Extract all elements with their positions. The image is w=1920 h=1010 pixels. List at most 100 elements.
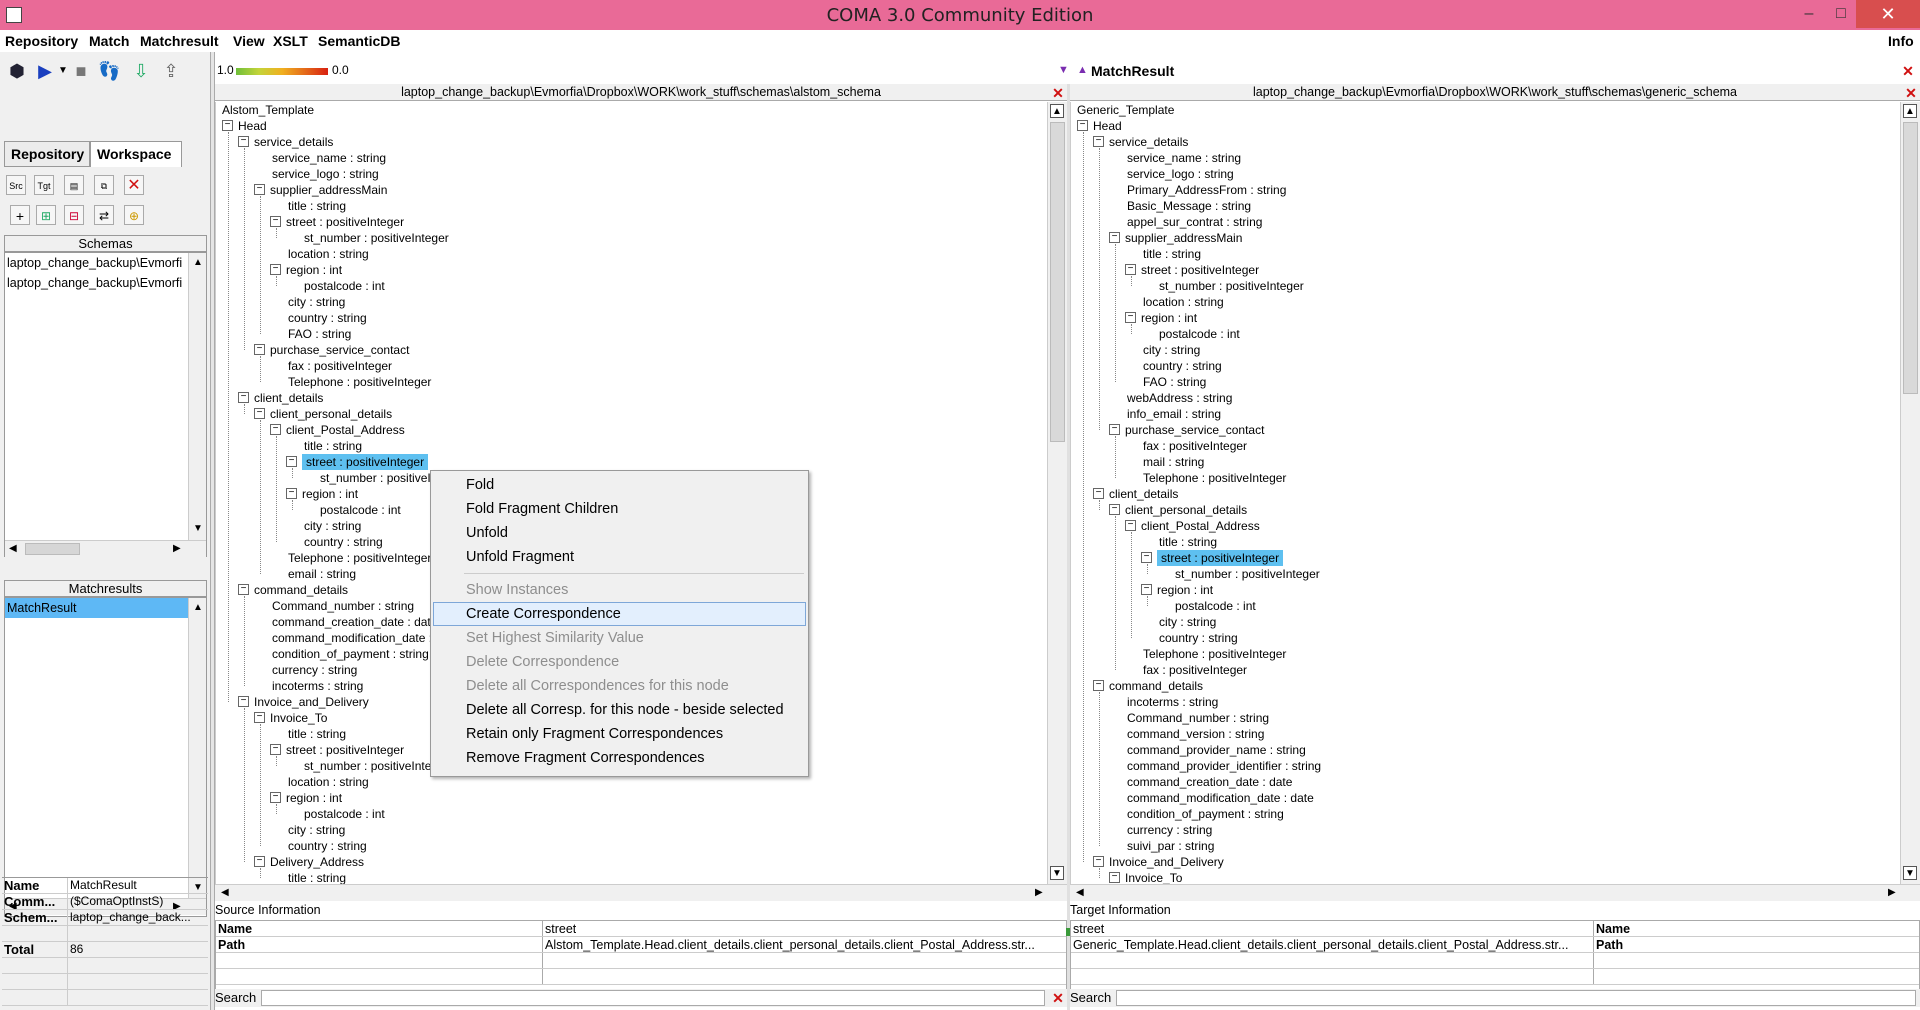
collapse-toggle-icon[interactable]: − [254, 408, 265, 419]
collapse-toggle-icon[interactable]: − [1141, 552, 1152, 563]
context-menu-item-fold-fragment-children[interactable]: Fold Fragment Children [433, 497, 806, 521]
tree-node[interactable]: info_email : string [1127, 406, 1221, 422]
matchresults-vscroll[interactable]: ▲ ▼ [188, 598, 206, 898]
collapse-toggle-icon[interactable]: − [254, 344, 265, 355]
collapse-toggle-icon[interactable]: − [270, 264, 281, 275]
tree-node[interactable]: region : int [286, 790, 342, 806]
scroll-left-icon[interactable]: ◀ [9, 543, 17, 554]
match-schemas-icon[interactable]: ⬢ [6, 60, 28, 82]
tab-workspace[interactable]: Workspace [90, 141, 182, 167]
tree-node[interactable]: command_modification_date : date [1127, 790, 1314, 806]
tree-node[interactable]: service_logo : string [1127, 166, 1234, 182]
tree-node[interactable]: purchase_service_contact [270, 342, 409, 358]
tree-node[interactable]: suivi_par : string [1127, 838, 1214, 854]
list-item[interactable]: laptop_change_backup\Evmorfi [5, 253, 188, 273]
collapse-toggle-icon[interactable]: − [238, 136, 249, 147]
tree-node[interactable]: street : positiveInteger [302, 454, 429, 470]
clear-search-icon[interactable]: ✕ [1051, 991, 1065, 1005]
context-menu-item-fold[interactable]: Fold [433, 473, 806, 497]
schemas-vscroll[interactable]: ▲ ▼ [188, 253, 206, 540]
tree-node[interactable]: email : string [288, 566, 356, 582]
tree-node[interactable]: city : string [304, 518, 361, 534]
tree-node[interactable]: service_details [254, 134, 333, 150]
menu-xslt[interactable]: XSLT [273, 33, 308, 49]
tree-node[interactable]: city : string [1143, 342, 1200, 358]
filter-down-icon[interactable]: ▼ [1058, 64, 1069, 76]
scroll-down-icon[interactable]: ▼ [1903, 866, 1917, 880]
scroll-up-icon[interactable]: ▲ [193, 257, 203, 268]
tree-node[interactable]: title : string [288, 198, 346, 214]
tree-node[interactable]: fax : positiveInteger [1143, 662, 1247, 678]
tree-node[interactable]: postalcode : int [304, 806, 385, 822]
context-menu-item-retain-only-fragment-correspondences[interactable]: Retain only Fragment Correspondences [433, 722, 806, 746]
target-schema-icon[interactable]: Tgt [34, 175, 54, 195]
collapse-toggle-icon[interactable]: − [222, 120, 233, 131]
target-hscroll[interactable]: ◀ ▶ [1070, 884, 1920, 901]
tree-node[interactable]: region : int [302, 486, 358, 502]
tree-node[interactable]: country : string [304, 534, 383, 550]
tree-node[interactable]: st_number : positiveInteger [304, 230, 449, 246]
tree-node[interactable]: Alstom_Template [222, 102, 314, 118]
tree-node[interactable]: FAO : string [1143, 374, 1206, 390]
scroll-up-icon[interactable]: ▲ [1050, 104, 1064, 118]
tree-node[interactable]: postalcode : int [1175, 598, 1256, 614]
tree-node[interactable]: title : string [1143, 246, 1201, 262]
tree-node[interactable]: st_number : positiveInteger [1175, 566, 1320, 582]
tree-node[interactable]: Telephone : positiveInteger [288, 374, 431, 390]
context-menu-item-remove-fragment-correspondences[interactable]: Remove Fragment Correspondences [433, 746, 806, 770]
tree-node[interactable]: webAddress : string [1127, 390, 1232, 406]
compose-icon[interactable]: ⊕ [124, 205, 144, 225]
tree-node[interactable]: client_Postal_Address [1141, 518, 1260, 534]
tree-node[interactable]: command_details [1109, 678, 1203, 694]
scroll-right-icon[interactable]: ▶ [1888, 887, 1896, 898]
tree-node[interactable]: st_number : positiveInteger [1159, 278, 1304, 294]
source-hscroll[interactable]: ◀ ▶ [215, 884, 1067, 901]
tree-node[interactable]: postalcode : int [1159, 326, 1240, 342]
collapse-toggle-icon[interactable]: − [270, 792, 281, 803]
target-vscroll[interactable]: ▲ ▼ [1900, 102, 1920, 884]
tree-node[interactable]: country : string [1159, 630, 1238, 646]
list-item[interactable]: laptop_change_backup\Evmorfi [5, 273, 188, 293]
tree-node[interactable]: fax : positiveInteger [288, 358, 392, 374]
tree-node[interactable]: title : string [288, 870, 346, 884]
tree-node[interactable]: client_details [1109, 486, 1178, 502]
scroll-down-icon[interactable]: ▼ [193, 523, 203, 534]
tree-node[interactable]: city : string [1159, 614, 1216, 630]
tree-node[interactable]: service_name : string [1127, 150, 1241, 166]
hscroll-thumb[interactable] [25, 543, 80, 555]
collapse-toggle-icon[interactable]: − [1093, 856, 1104, 867]
collapse-toggle-icon[interactable]: − [1141, 584, 1152, 595]
close-icon[interactable]: ✕ [1051, 86, 1065, 100]
tree-node[interactable]: command_provider_name : string [1127, 742, 1306, 758]
tree-node[interactable]: st_number : positiveInteger [304, 758, 449, 774]
tree-node[interactable]: Head [1093, 118, 1122, 134]
source-vscroll[interactable]: ▲ ▼ [1047, 102, 1067, 884]
steps-icon[interactable]: 👣 [98, 60, 120, 82]
tree-node[interactable]: incoterms : string [272, 678, 363, 694]
collapse-toggle-icon[interactable]: − [254, 184, 265, 195]
collapse-toggle-icon[interactable]: − [1125, 312, 1136, 323]
tree-node[interactable]: country : string [1143, 358, 1222, 374]
tree-node[interactable]: condition_of_payment : string [1127, 806, 1284, 822]
tree-node[interactable]: title : string [1159, 534, 1217, 550]
collapse-toggle-icon[interactable]: − [1093, 136, 1104, 147]
close-icon[interactable]: ✕ [1901, 64, 1915, 78]
tree-node[interactable]: command_creation_date : date [1127, 774, 1292, 790]
tree-node[interactable]: Primary_AddressFrom : string [1127, 182, 1286, 198]
tree-node[interactable]: title : string [304, 438, 362, 454]
tree-node[interactable]: Generic_Template [1077, 102, 1174, 118]
tree-node[interactable]: Command_number : string [272, 598, 414, 614]
scroll-up-icon[interactable]: ▲ [1903, 104, 1917, 118]
collapse-toggle-icon[interactable]: − [286, 488, 297, 499]
tree-node[interactable]: client_personal_details [1125, 502, 1247, 518]
close-icon[interactable]: ✕ [1904, 86, 1918, 100]
diff-icon[interactable]: ⊟ [64, 205, 84, 225]
tree-node[interactable]: Telephone : positiveInteger [1143, 470, 1286, 486]
tree-node[interactable]: service_name : string [272, 150, 386, 166]
transfer-icon[interactable]: ⇪ [160, 60, 182, 82]
collapse-toggle-icon[interactable]: − [254, 712, 265, 723]
menu-semanticdb[interactable]: SemanticDB [318, 33, 400, 49]
tree-node[interactable]: currency : string [1127, 822, 1212, 838]
tree-node[interactable]: command_details [254, 582, 348, 598]
collapse-toggle-icon[interactable]: − [1077, 120, 1088, 131]
